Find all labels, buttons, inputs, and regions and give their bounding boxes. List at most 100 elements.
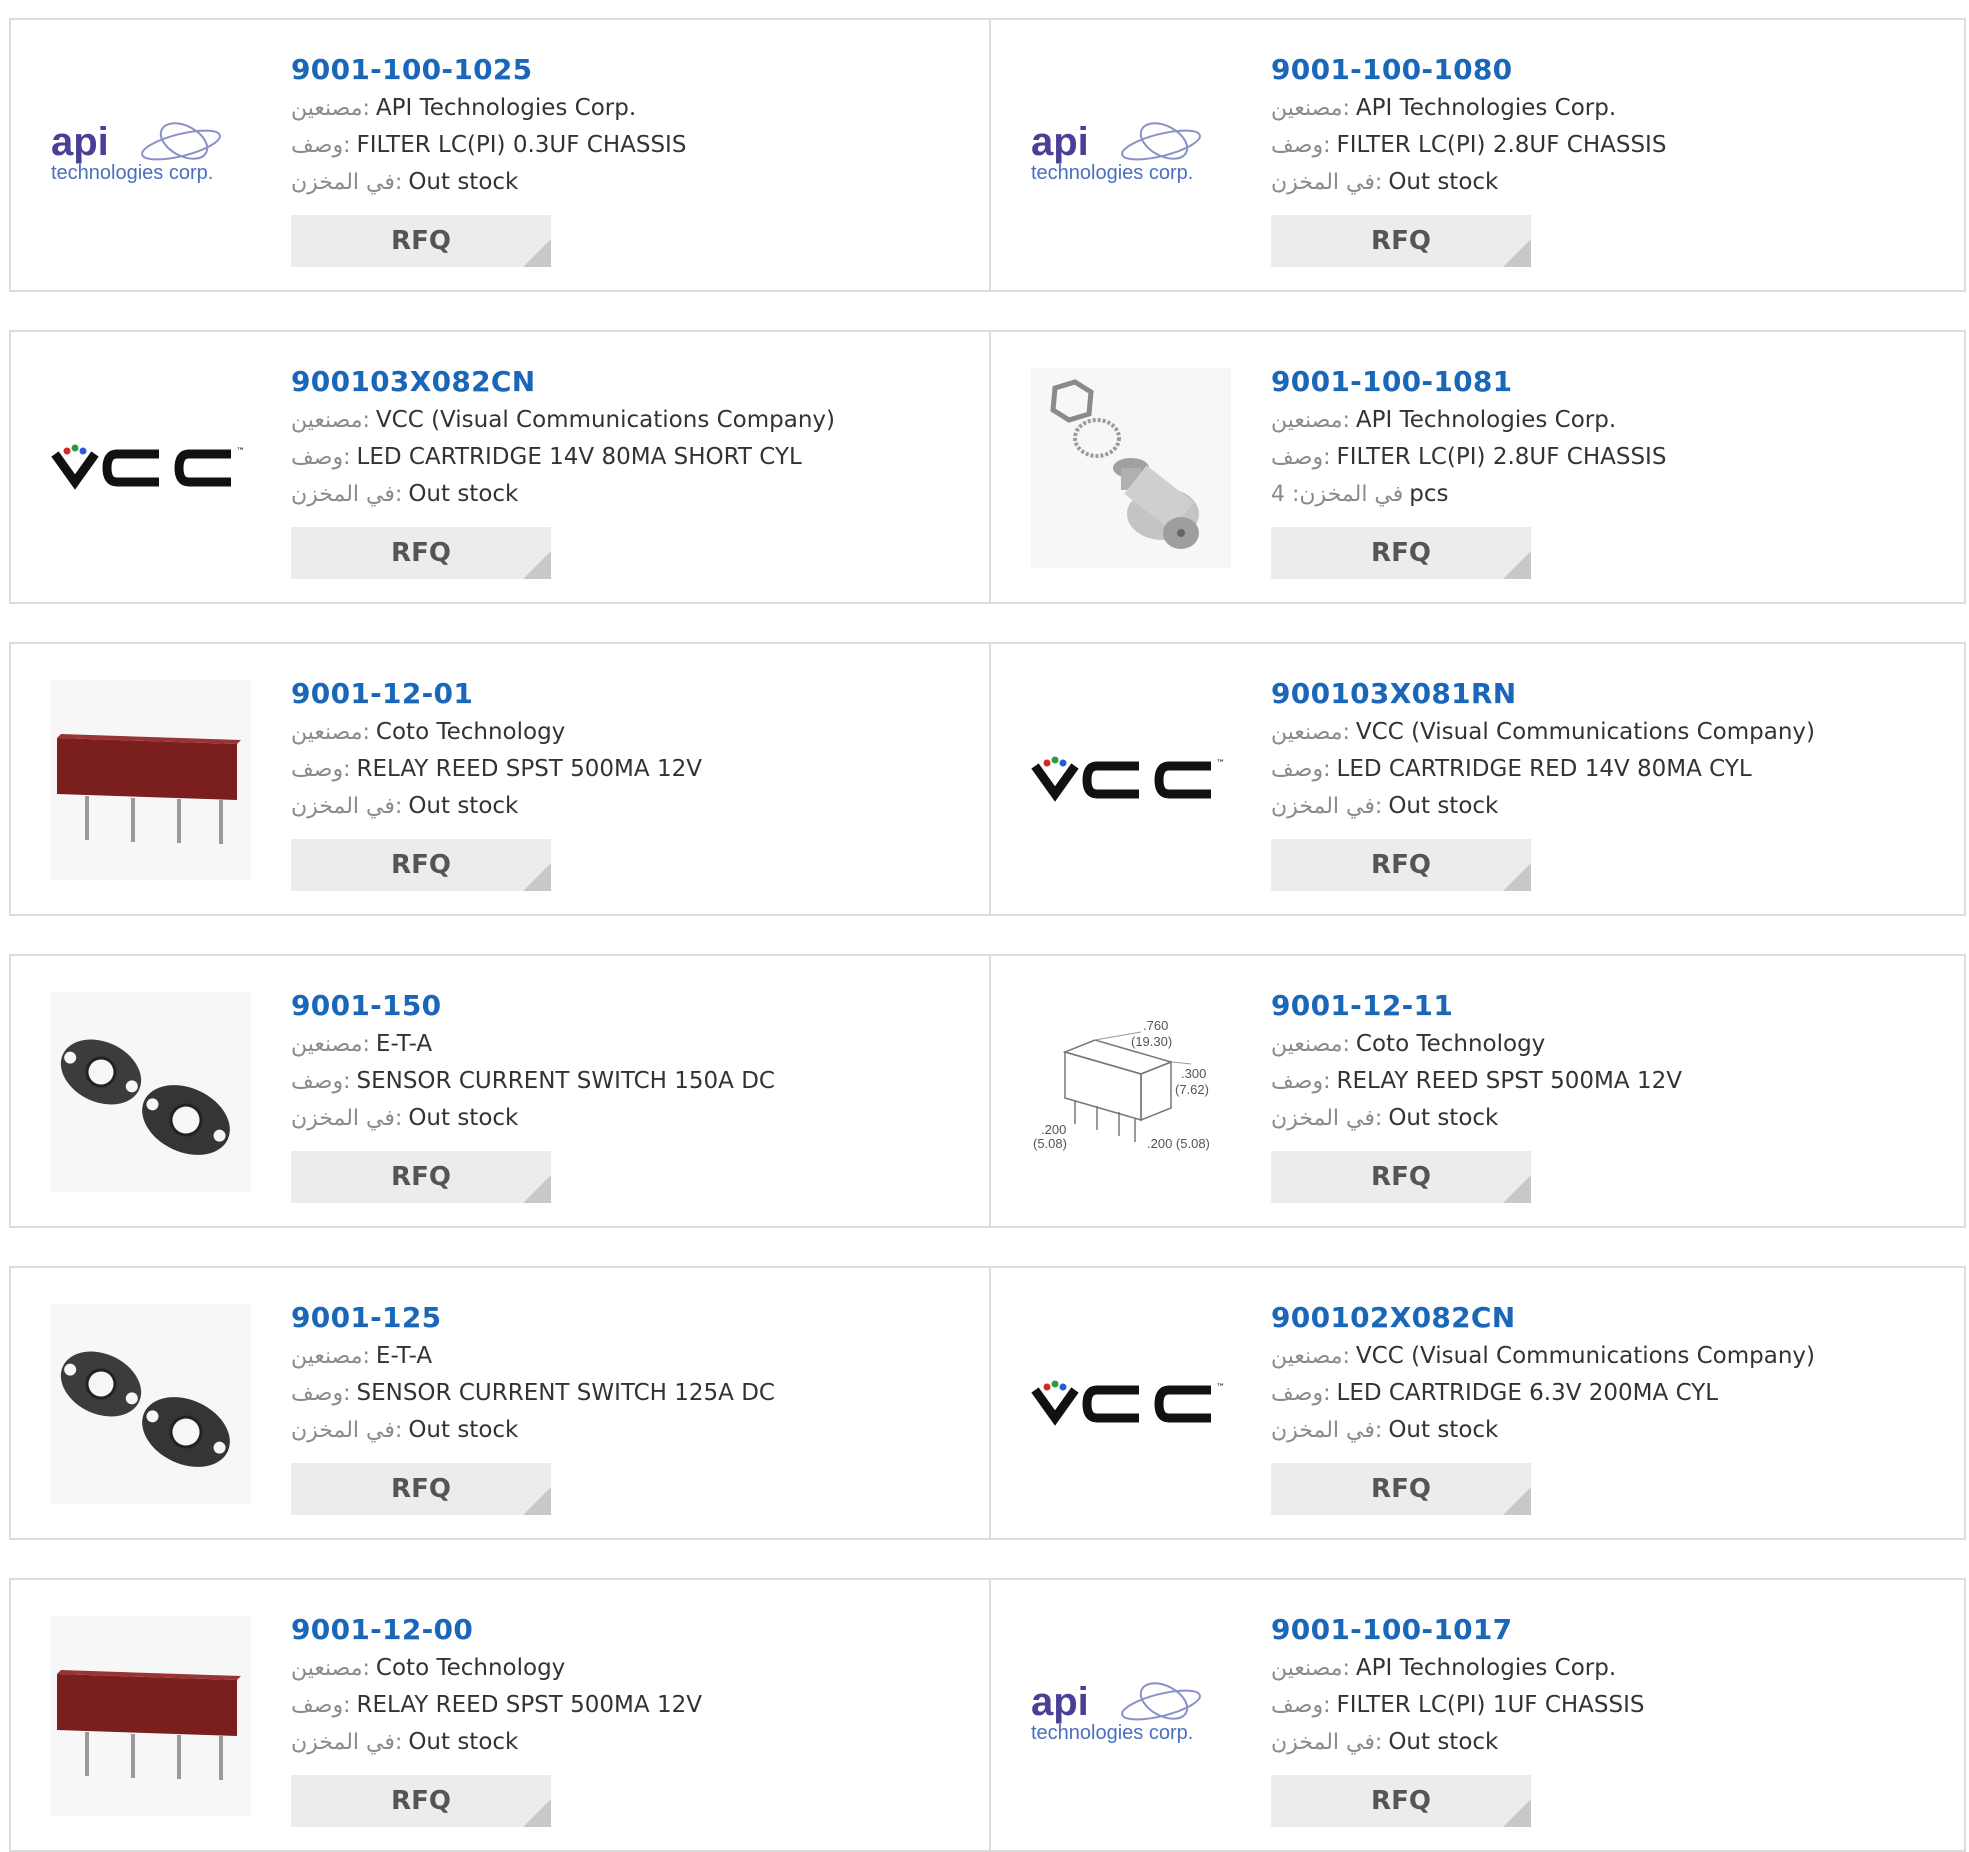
manufacturer-line: مصنعين: Coto Technology [291, 714, 951, 751]
description-value: SENSOR CURRENT SWITCH 125A DC [356, 1380, 776, 1406]
rfq-button[interactable]: RFQ [291, 1775, 551, 1827]
product-card: api technologies corp. 9001-100-1025 مصن… [11, 20, 989, 290]
part-number-link[interactable]: 900102X082CN [1271, 1298, 1931, 1338]
manufacturer-label: مصنعين: [291, 1344, 370, 1369]
stock-value: Out stock [1388, 169, 1499, 195]
product-image-vcc-logo[interactable]: ™ [1031, 680, 1231, 880]
stock-label: في المخزن: [1271, 794, 1383, 819]
corner-fold-icon [1503, 863, 1531, 891]
manufacturer-value: API Technologies Corp. [375, 95, 637, 121]
rfq-button[interactable]: RFQ [1271, 215, 1531, 267]
rfq-label: RFQ [1371, 538, 1431, 568]
rfq-button[interactable]: RFQ [1271, 1463, 1531, 1515]
product-card: 9001-100-1081 مصنعين: API Technologies Co… [991, 332, 1969, 602]
manufacturer-line: مصنعين: API Technologies Corp. [1271, 402, 1931, 439]
stock-label: في المخزن: [291, 1418, 403, 1443]
description-line: وصف: RELAY REED SPST 500MA 12V [291, 751, 951, 788]
rfq-label: RFQ [391, 538, 451, 568]
stock-line: في المخزن: Out stock [291, 1100, 951, 1137]
product-row: api technologies corp. 9001-100-1025 مصن… [9, 18, 1966, 292]
stock-line: في المخزن: Out stock [1271, 788, 1931, 825]
description-value: RELAY REED SPST 500MA 12V [356, 756, 702, 782]
rfq-label: RFQ [1371, 850, 1431, 880]
product-image-relay-photo[interactable] [51, 680, 251, 880]
part-number-link[interactable]: 9001-150 [291, 986, 951, 1026]
manufacturer-label: مصنعين: [291, 1656, 370, 1681]
description-value: FILTER LC(PI) 0.3UF CHASSIS [356, 132, 687, 158]
product-row: ™ 900103X082CN مصنعين: VCC (Visual Commun… [9, 330, 1966, 604]
rfq-button[interactable]: RFQ [1271, 839, 1531, 891]
stock-label: في المخزن: [291, 794, 403, 819]
dimension-label: .200 (5.08) [1147, 1136, 1210, 1151]
api-logo-tagline: technologies corp. [51, 162, 213, 184]
rfq-button[interactable]: RFQ [1271, 1151, 1531, 1203]
stock-value: Out stock [408, 481, 519, 507]
rfq-button[interactable]: RFQ [291, 1463, 551, 1515]
rfq-button[interactable]: RFQ [291, 527, 551, 579]
product-image-sensor-photo[interactable] [51, 1304, 251, 1504]
description-line: وصف: LED CARTRIDGE 14V 80MA SHORT CYL [291, 439, 951, 476]
product-image-relay-photo[interactable] [51, 1616, 251, 1816]
stock-value: Out stock [408, 793, 519, 819]
manufacturer-line: مصنعين: E-T-A [291, 1338, 951, 1375]
part-number-link[interactable]: 900103X081RN [1271, 674, 1931, 714]
description-line: وصف: FILTER LC(PI) 2.8UF CHASSIS [1271, 439, 1931, 476]
product-image-filter-photo[interactable] [1031, 368, 1231, 568]
rfq-button[interactable]: RFQ [291, 215, 551, 267]
description-line: وصف: RELAY REED SPST 500MA 12V [1271, 1063, 1931, 1100]
part-number-link[interactable]: 9001-100-1080 [1271, 50, 1931, 90]
product-card: api technologies corp. 9001-100-1080 مصن… [991, 20, 1969, 290]
corner-fold-icon [1503, 1799, 1531, 1827]
part-number-link[interactable]: 9001-125 [291, 1298, 951, 1338]
description-value: FILTER LC(PI) 2.8UF CHASSIS [1336, 444, 1667, 470]
api-logo-tagline: technologies corp. [1031, 1722, 1193, 1744]
dimension-label: (7.62) [1175, 1082, 1209, 1097]
product-info: 9001-100-1017 مصنعين: API Technologies Co… [1271, 1610, 1931, 1827]
part-number-link[interactable]: 9001-100-1025 [291, 50, 951, 90]
rfq-label: RFQ [391, 1474, 451, 1504]
product-image-relay-drawing[interactable]: .760 (19.30) .300 (7.62) .200 (5.08) .20… [1031, 992, 1231, 1192]
part-number-link[interactable]: 9001-100-1017 [1271, 1610, 1931, 1650]
product-info: 900103X082CN مصنعين: VCC (Visual Communic… [291, 362, 951, 579]
stock-value: Out stock [1388, 1105, 1499, 1131]
rfq-button[interactable]: RFQ [291, 839, 551, 891]
stock-value: Out stock [1388, 1417, 1499, 1443]
product-image-api-logo[interactable]: api technologies corp. [1031, 56, 1231, 256]
rfq-button[interactable]: RFQ [1271, 1775, 1531, 1827]
product-info: 9001-12-01 مصنعين: Coto Technology وصف: RE… [291, 674, 951, 891]
vcc-trademark: ™ [1216, 1383, 1225, 1393]
vcc-trademark: ™ [236, 447, 245, 457]
manufacturer-line: مصنعين: VCC (Visual Communications Compan… [291, 402, 951, 439]
dimension-label: .200 [1041, 1122, 1066, 1137]
part-number-link[interactable]: 9001-12-00 [291, 1610, 951, 1650]
corner-fold-icon [523, 1799, 551, 1827]
dimension-label: .760 [1143, 1018, 1168, 1033]
manufacturer-label: مصنعين: [1271, 96, 1350, 121]
rfq-button[interactable]: RFQ [1271, 527, 1531, 579]
product-image-sensor-photo[interactable] [51, 992, 251, 1192]
product-image-api-logo[interactable]: api technologies corp. [1031, 1616, 1231, 1816]
manufacturer-label: مصنعين: [291, 1032, 370, 1057]
product-row: 9001-125 مصنعين: E-T-A وصف: SENSOR CURRENT… [9, 1266, 1966, 1540]
manufacturer-line: مصنعين: Coto Technology [291, 1650, 951, 1687]
stock-label: في المخزن: [291, 1730, 403, 1755]
part-number-link[interactable]: 9001-100-1081 [1271, 362, 1931, 402]
part-number-link[interactable]: 9001-12-11 [1271, 986, 1931, 1026]
rfq-label: RFQ [1371, 1162, 1431, 1192]
description-label: وصف: [1271, 133, 1331, 158]
product-image-api-logo[interactable]: api technologies corp. [51, 56, 251, 256]
corner-fold-icon [1503, 1487, 1531, 1515]
rfq-button[interactable]: RFQ [291, 1151, 551, 1203]
stock-label: في المخزن: [1271, 170, 1383, 195]
manufacturer-value: Coto Technology [1355, 1031, 1546, 1057]
product-card: ™ 900102X082CN مصنعين: VCC (Visual Commun… [991, 1268, 1969, 1538]
dimension-label: (19.30) [1131, 1034, 1172, 1049]
product-image-vcc-logo[interactable]: ™ [1031, 1304, 1231, 1504]
part-number-link[interactable]: 900103X082CN [291, 362, 951, 402]
part-number-link[interactable]: 9001-12-01 [291, 674, 951, 714]
product-image-vcc-logo[interactable]: ™ [51, 368, 251, 568]
description-value: LED CARTRIDGE RED 14V 80MA CYL [1336, 756, 1752, 782]
description-label: وصف: [291, 1693, 351, 1718]
product-card: ™ 900103X081RN مصنعين: VCC (Visual Commun… [991, 644, 1969, 914]
manufacturer-value: VCC (Visual Communications Company) [1355, 1343, 1816, 1369]
